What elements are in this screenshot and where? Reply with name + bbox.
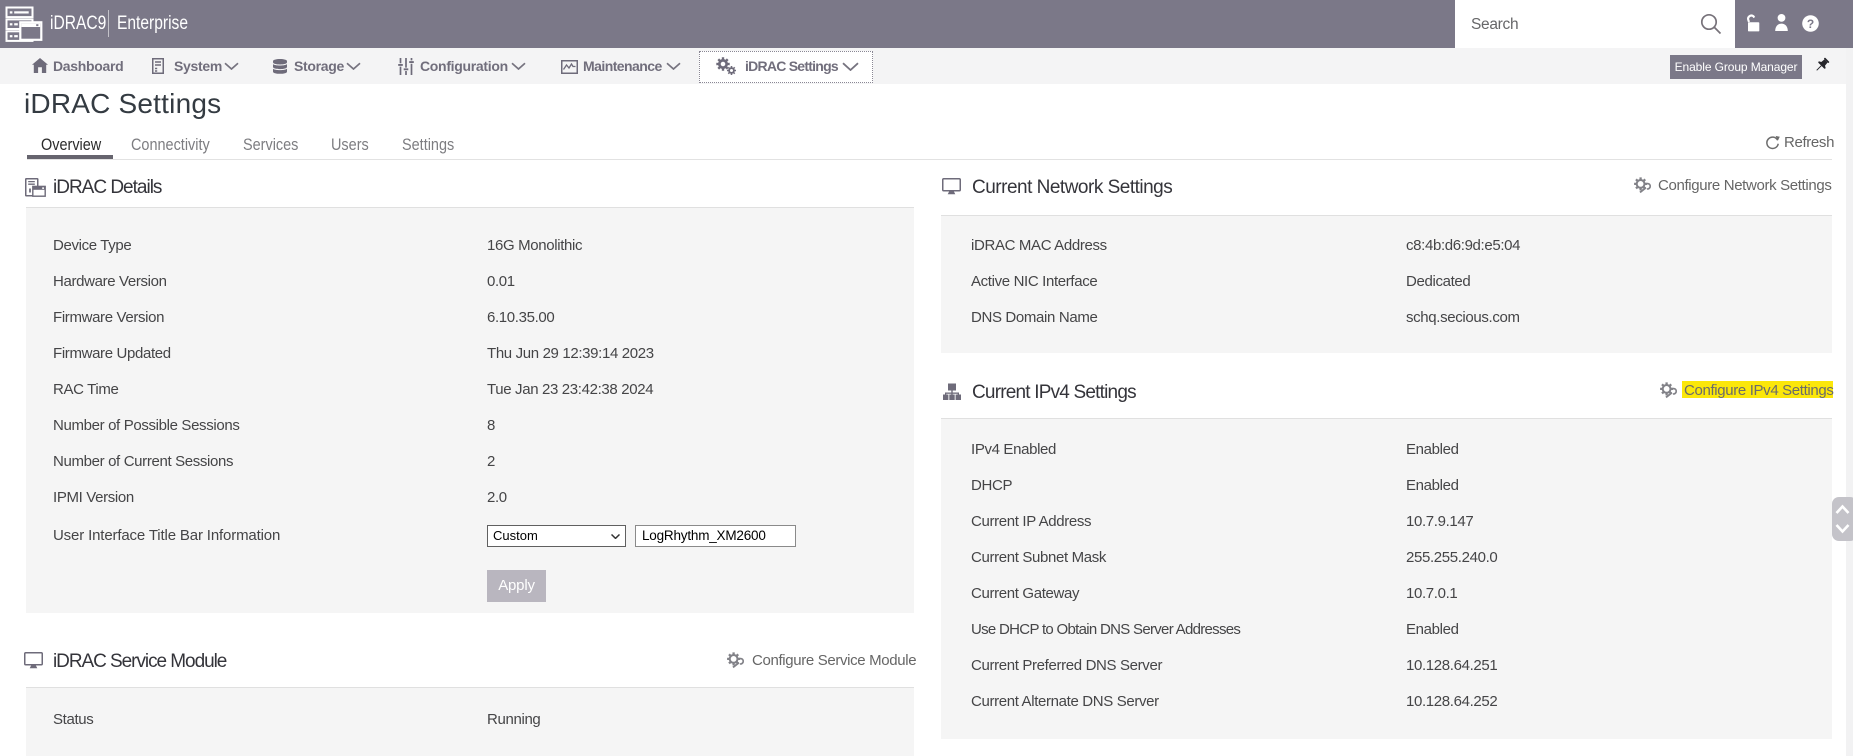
svg-text:?: ?: [1807, 17, 1814, 31]
